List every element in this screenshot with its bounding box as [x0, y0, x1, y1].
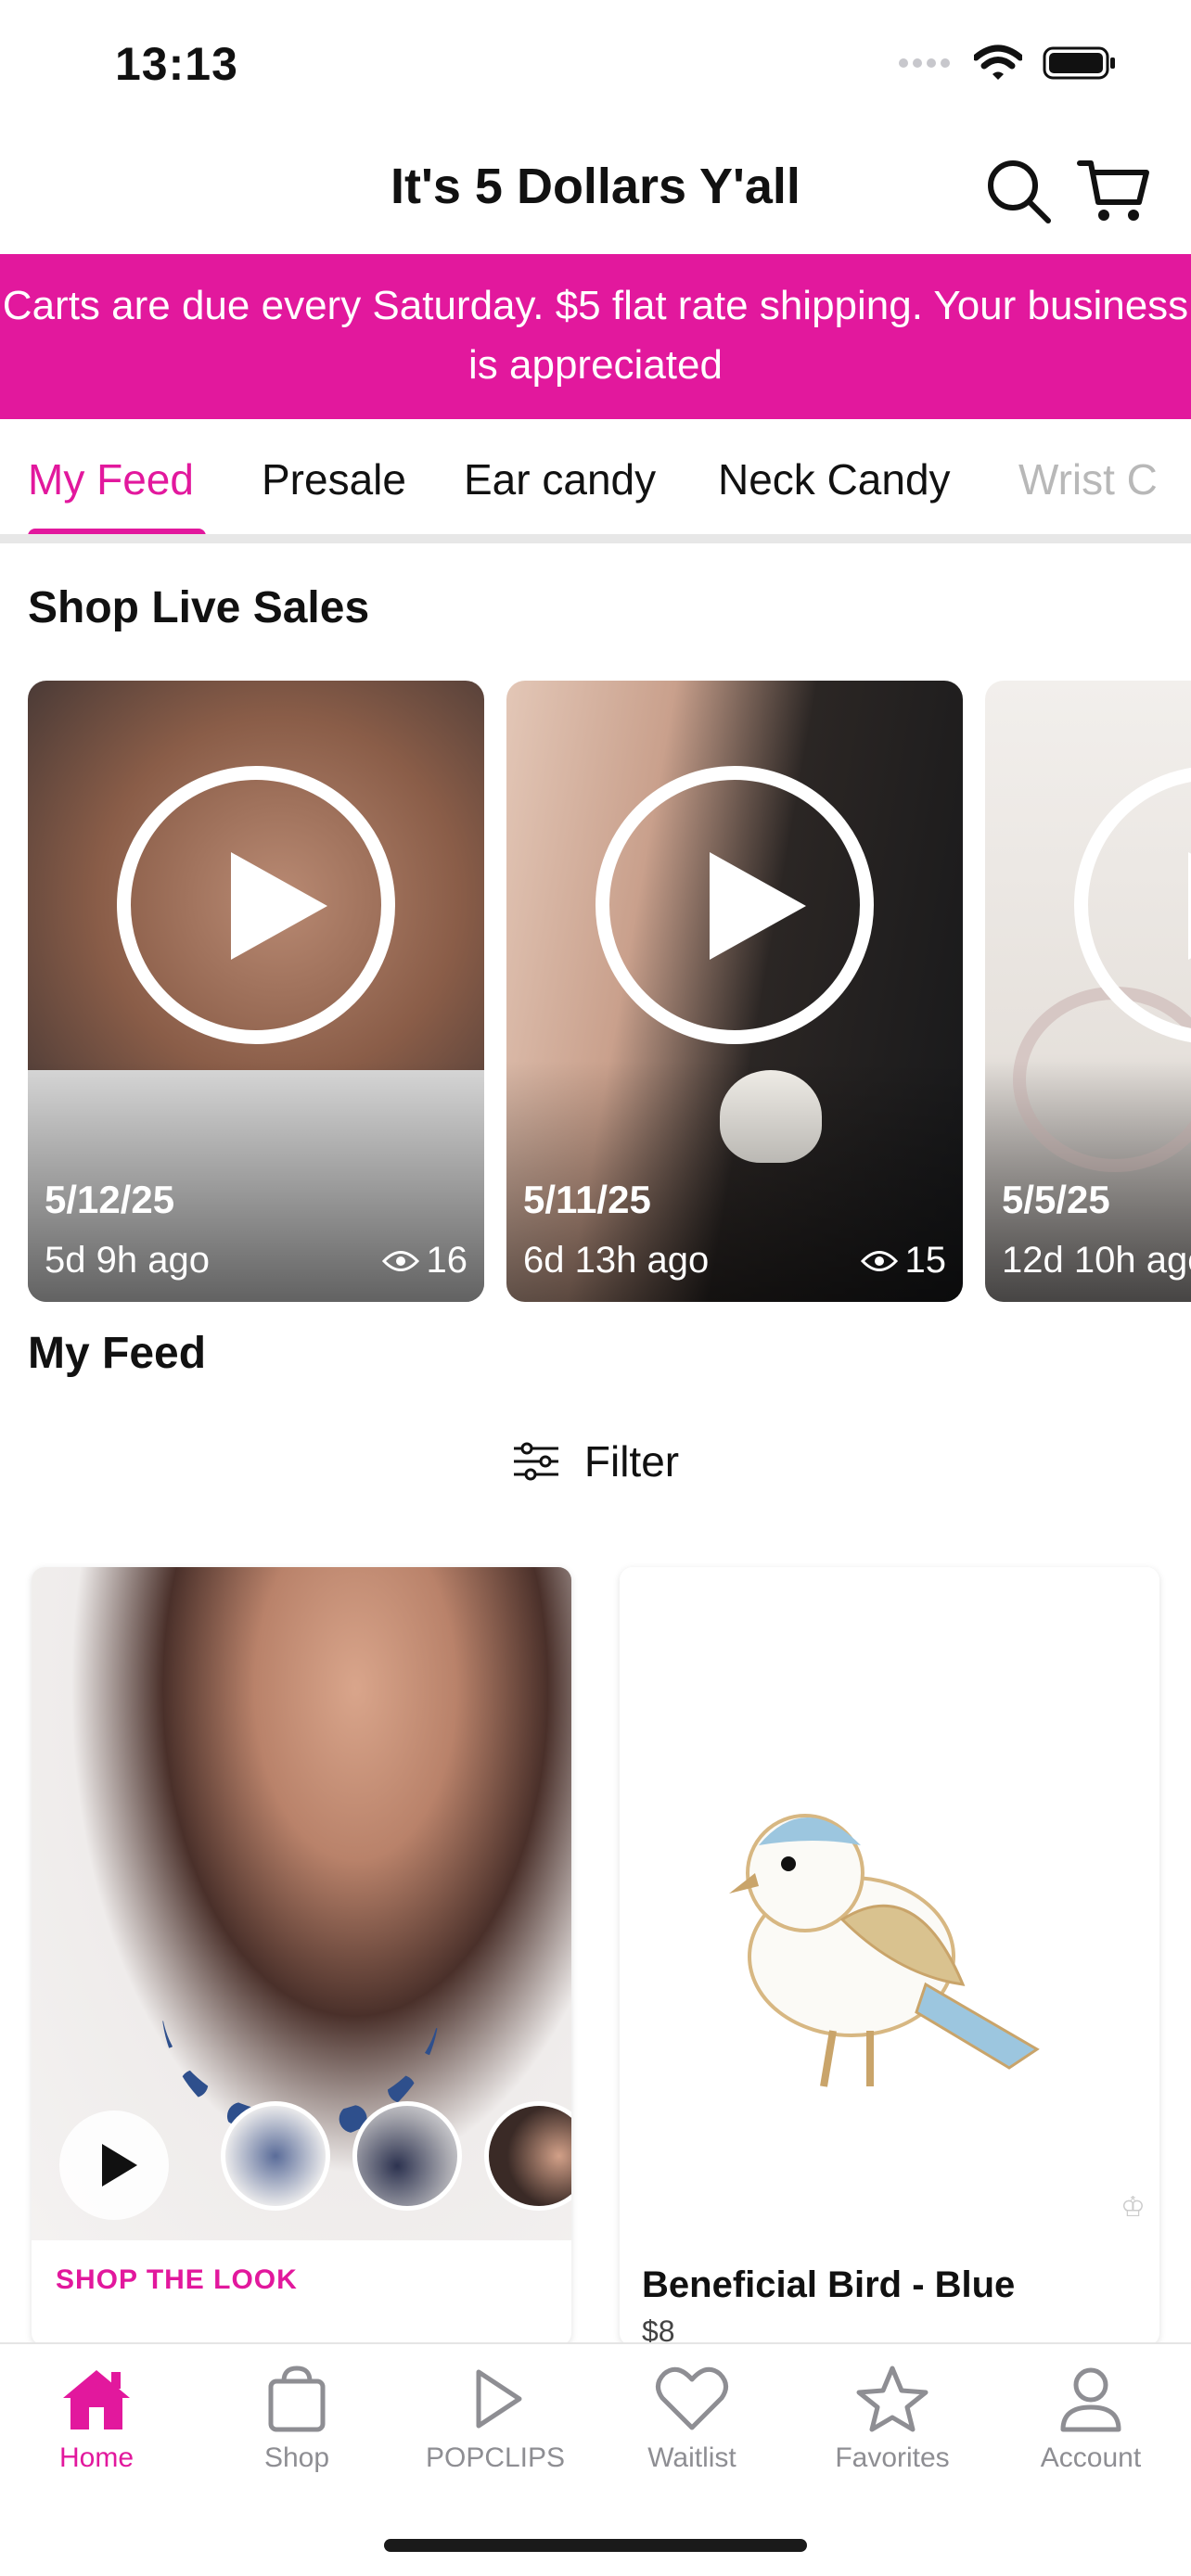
product-photo: ♔	[620, 1567, 1159, 2240]
tab-my-feed[interactable]: My Feed	[28, 454, 194, 504]
status-icons	[898, 45, 1117, 82]
live-sale-ago: 5d 9h ago	[45, 1240, 210, 1281]
product-price: $8	[642, 2315, 675, 2346]
person-icon	[1060, 2367, 1121, 2432]
active-tab-indicator	[28, 529, 206, 534]
product-name[interactable]: Beneficial Bird - Blue	[642, 2264, 1015, 2306]
shop-the-look-label[interactable]: SHOP THE LOOK	[56, 2264, 298, 2296]
search-icon[interactable]	[985, 158, 1052, 224]
view-count: 15	[860, 1240, 946, 1282]
status-time: 13:13	[115, 38, 238, 90]
category-tabs: My Feed Presale Ear candy Neck Candy Wri…	[0, 419, 1191, 543]
my-feed-title: My Feed	[28, 1329, 207, 1378]
nav-shop[interactable]: Shop	[213, 2365, 380, 2474]
live-sale-ago: 12d 10h ago	[1002, 1240, 1191, 1281]
sliders-icon	[513, 1442, 558, 1481]
play-icon	[476, 2369, 522, 2429]
live-sale-date: 5/5/25	[1002, 1178, 1110, 1221]
view-count: 16	[381, 1240, 467, 1282]
nav-home[interactable]: Home	[13, 2365, 180, 2474]
home-indicator[interactable]	[384, 2539, 807, 2552]
look-item-thumbnail[interactable]	[221, 2101, 330, 2211]
app-header: It's 5 Dollars Y'all	[0, 130, 1191, 254]
nav-popclips[interactable]: POPCLIPS	[412, 2365, 579, 2474]
live-sale-date: 5/11/25	[523, 1178, 651, 1221]
live-sales-title: Shop Live Sales	[28, 583, 370, 632]
star-icon	[856, 2366, 928, 2432]
tab-neck-candy[interactable]: Neck Candy	[718, 454, 951, 504]
play-video-button[interactable]	[59, 2111, 169, 2220]
eye-icon	[381, 1250, 419, 1271]
play-icon	[102, 2144, 137, 2187]
tab-presale[interactable]: Presale	[262, 454, 406, 504]
home-icon	[63, 2370, 130, 2429]
bird-brooch-image: ♔	[729, 1814, 1146, 2224]
wifi-icon	[974, 45, 1022, 80]
look-item-thumbnail[interactable]	[352, 2101, 462, 2211]
live-sale-card[interactable]: 5/11/25 6d 13h ago 15	[506, 681, 963, 1302]
cart-icon[interactable]	[1076, 154, 1150, 228]
battery-icon	[1043, 46, 1115, 80]
play-icon[interactable]	[117, 766, 395, 1044]
nav-account[interactable]: Account	[1007, 2365, 1174, 2474]
svg-text:♔: ♔	[1121, 2191, 1146, 2224]
eye-icon	[860, 1250, 898, 1271]
shop-the-look-card[interactable]: SHOP THE LOOK	[32, 1567, 571, 2346]
signal-icon	[899, 58, 950, 68]
bag-icon	[268, 2366, 326, 2432]
live-sale-card[interactable]: 5/5/25 12d 10h ago	[985, 681, 1191, 1302]
nav-waitlist[interactable]: Waitlist	[608, 2365, 775, 2474]
filter-label: Filter	[583, 1437, 680, 1486]
play-icon[interactable]	[596, 766, 874, 1044]
live-sale-card[interactable]: 5/12/25 5d 9h ago 16	[28, 681, 484, 1302]
status-bar: 13:13	[0, 0, 1191, 130]
live-sale-date: 5/12/25	[45, 1178, 175, 1221]
filter-button[interactable]: Filter	[0, 1432, 1191, 1491]
live-sales-carousel[interactable]: 5/12/25 5d 9h ago 16 5/11/25 6d 13h ago …	[28, 681, 1191, 1302]
nav-favorites[interactable]: Favorites	[809, 2365, 976, 2474]
live-sale-ago: 6d 13h ago	[523, 1240, 710, 1281]
heart-icon	[656, 2366, 728, 2430]
tab-wrist-candy[interactable]: Wrist C	[1018, 454, 1158, 504]
announcement-banner: Carts are due every Saturday. $5 flat ra…	[0, 254, 1191, 419]
tab-ear-candy[interactable]: Ear candy	[464, 454, 656, 504]
product-card[interactable]: ♔ Beneficial Bird - Blue $8	[620, 1567, 1159, 2346]
